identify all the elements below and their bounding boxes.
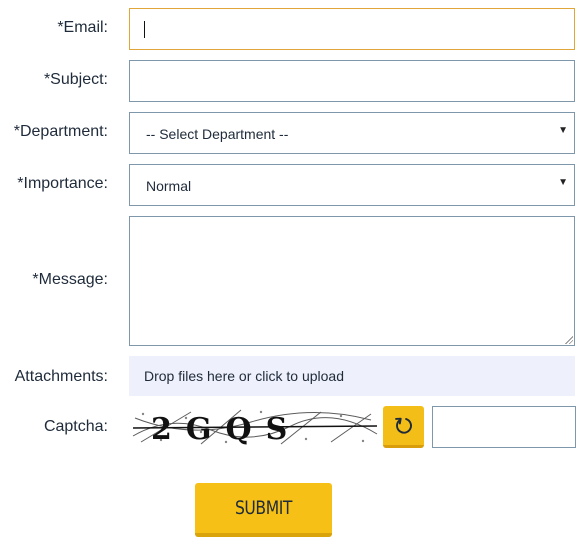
captcha-refresh-button[interactable] [383, 406, 424, 448]
resize-grip-icon[interactable] [565, 336, 573, 344]
email-label: *Email: [57, 19, 108, 36]
department-select[interactable]: -- Select Department -- ▼ [129, 112, 575, 154]
importance-label: *Importance: [17, 175, 108, 192]
captcha-input[interactable] [432, 406, 576, 448]
refresh-icon [395, 417, 412, 434]
submit-label: SUBMIT [234, 497, 293, 519]
attachments-label: Attachments: [14, 368, 108, 385]
captcha-label: Captcha: [43, 418, 108, 435]
department-label: *Department: [13, 123, 108, 140]
department-selected-value: -- Select Department -- [146, 126, 289, 142]
captcha-text: 2GQS [151, 412, 301, 447]
submit-button[interactable]: SUBMIT [195, 483, 332, 537]
subject-field[interactable] [129, 60, 575, 102]
captcha-image: 2GQS [131, 406, 379, 448]
subject-label: *Subject: [43, 71, 108, 88]
text-caret [144, 21, 145, 38]
dropzone-text: Drop files here or click to upload [144, 368, 344, 384]
email-field[interactable] [129, 8, 575, 50]
importance-select[interactable]: Normal ▼ [129, 164, 575, 206]
importance-selected-value: Normal [146, 178, 192, 194]
chevron-down-icon: ▼ [558, 125, 568, 136]
chevron-down-icon: ▼ [558, 177, 568, 188]
message-textarea[interactable] [129, 216, 575, 346]
message-label: *Message: [32, 271, 108, 288]
file-dropzone[interactable]: Drop files here or click to upload [129, 356, 575, 396]
